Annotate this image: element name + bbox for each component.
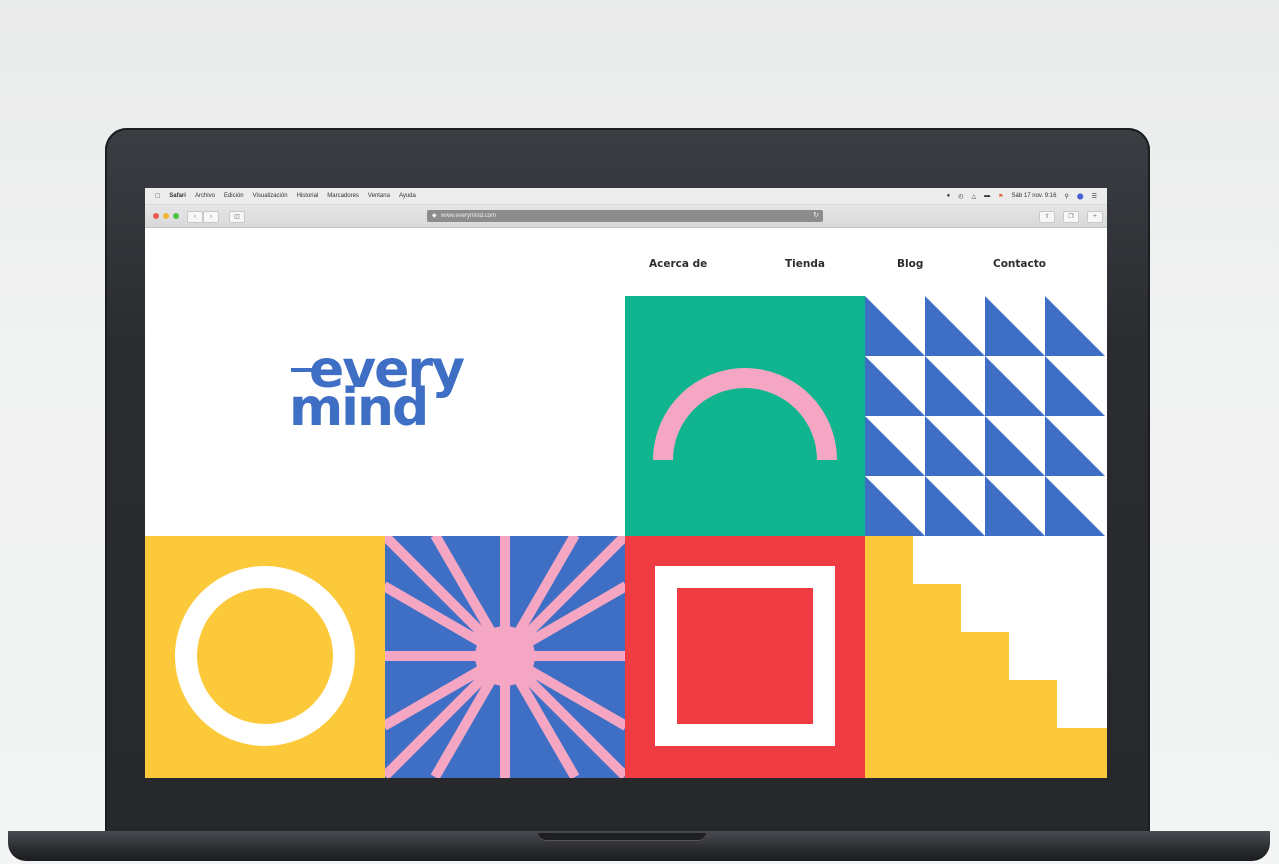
tile-pink-sunburst bbox=[385, 536, 625, 778]
menu-edicion[interactable]: Edición bbox=[224, 193, 244, 199]
close-window-button[interactable] bbox=[153, 213, 159, 219]
url-text: www.everymind.com bbox=[441, 213, 497, 219]
sunburst-shape bbox=[385, 536, 625, 778]
microphone-icon[interactable]: ● bbox=[947, 193, 951, 199]
logo-line-mind: mind bbox=[289, 378, 429, 438]
add-tab-button[interactable]: + bbox=[1087, 211, 1103, 223]
laptop-opening-notch bbox=[538, 833, 706, 841]
white-ring-shape bbox=[175, 566, 355, 746]
nav-link-acerca[interactable]: Acerca de bbox=[649, 258, 707, 270]
wifi-icon[interactable]: △ bbox=[972, 193, 977, 200]
tile-blue-triangles bbox=[865, 296, 1105, 536]
site-nav: Acerca de Tienda Blog Contacto bbox=[145, 258, 1107, 272]
tile-red-square bbox=[625, 536, 865, 778]
tile-yellow-stairs bbox=[865, 536, 1107, 778]
menu-app-name[interactable]: Safari bbox=[169, 193, 186, 199]
siri-icon[interactable]: ⬤ bbox=[1077, 193, 1084, 200]
reload-icon[interactable]: ↻ bbox=[813, 210, 819, 222]
clock-status-icon[interactable]: ◴ bbox=[958, 193, 963, 200]
browser-toolbar: ‹ › ◫ ◆ www.everymind.com ↻ ⇧ ❐ + bbox=[145, 205, 1107, 228]
flag-icon[interactable]: ⚑ bbox=[998, 193, 1003, 200]
search-icon[interactable]: ⚲ bbox=[1064, 193, 1068, 200]
macos-menubar:  Safari Archivo Edición Visualización H… bbox=[145, 188, 1107, 205]
apple-icon[interactable]:  bbox=[155, 193, 160, 200]
menu-list-icon[interactable]: ☰ bbox=[1092, 193, 1097, 200]
tabs-icon[interactable]: ❐ bbox=[1063, 211, 1079, 223]
address-bar[interactable]: ◆ www.everymind.com ↻ bbox=[427, 210, 823, 222]
minimize-window-button[interactable] bbox=[163, 213, 169, 219]
menu-archivo[interactable]: Archivo bbox=[195, 193, 215, 199]
battery-icon[interactable]: ▬ bbox=[984, 193, 990, 199]
pink-arch-shape bbox=[653, 368, 837, 461]
menu-marcadores[interactable]: Marcadores bbox=[327, 193, 359, 199]
menu-visualizacion[interactable]: Visualización bbox=[253, 193, 288, 199]
menu-ayuda[interactable]: Ayuda bbox=[399, 193, 416, 199]
menu-ventana[interactable]: Ventana bbox=[368, 193, 390, 199]
staircase-shape bbox=[865, 536, 1107, 778]
sidebar-icon[interactable]: ◫ bbox=[229, 211, 245, 223]
nav-link-contacto[interactable]: Contacto bbox=[993, 258, 1046, 270]
tile-yellow-ring bbox=[145, 536, 385, 778]
nav-link-tienda[interactable]: Tienda bbox=[785, 258, 825, 270]
share-icon[interactable]: ⇧ bbox=[1039, 211, 1055, 223]
nav-link-blog[interactable]: Blog bbox=[897, 258, 923, 270]
menu-historial[interactable]: Historial bbox=[297, 193, 319, 199]
laptop-screen:  Safari Archivo Edición Visualización H… bbox=[145, 188, 1107, 778]
framed-square-shape bbox=[655, 566, 835, 746]
laptop-base bbox=[0, 831, 1279, 864]
web-page: Acerca de Tienda Blog Contacto every min… bbox=[145, 228, 1107, 778]
back-button[interactable]: ‹ bbox=[187, 211, 203, 223]
maximize-window-button[interactable] bbox=[173, 213, 179, 219]
lock-icon: ◆ bbox=[432, 213, 437, 219]
menubar-clock[interactable]: Sáb 17 nov. 9:16 bbox=[1012, 193, 1057, 199]
forward-button[interactable]: › bbox=[203, 211, 219, 223]
tile-green-arch bbox=[625, 296, 865, 536]
triangle-pattern bbox=[865, 296, 1105, 536]
